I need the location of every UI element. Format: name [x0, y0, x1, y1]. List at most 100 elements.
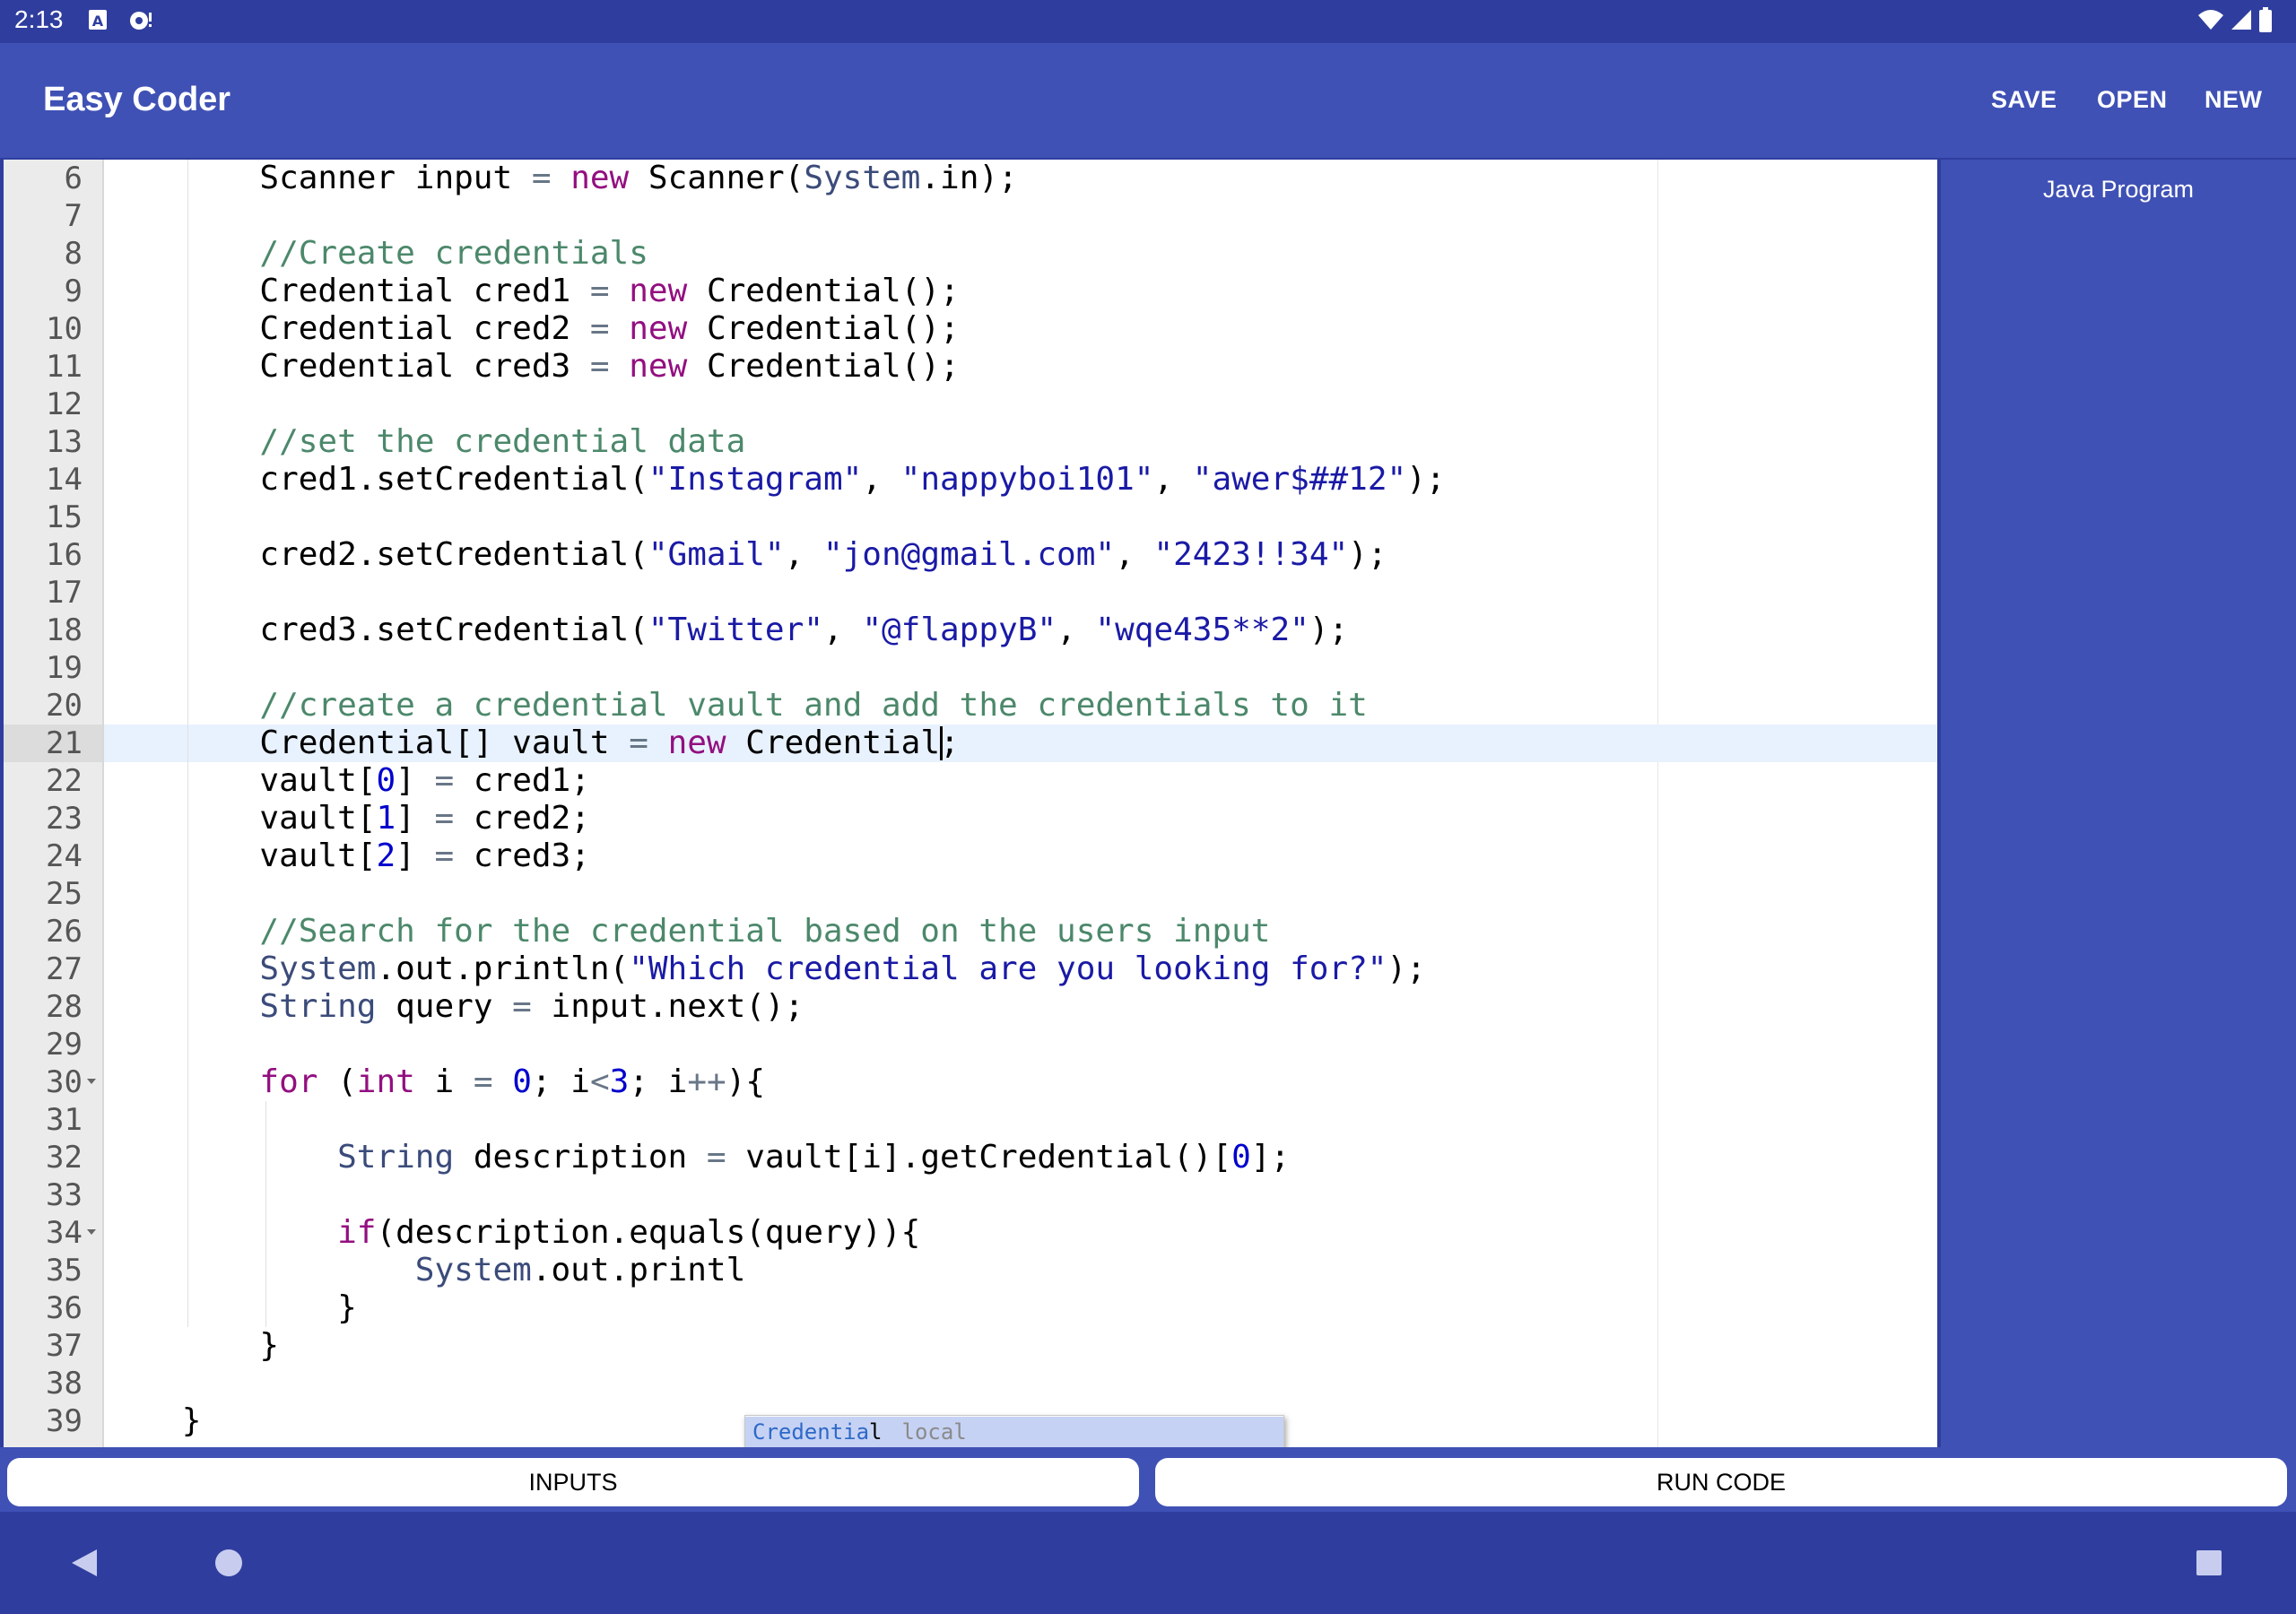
- code-token: cred3;: [454, 837, 590, 874]
- code-line[interactable]: System.out.println("Which credential are…: [104, 950, 1426, 988]
- system-nav-bar: [0, 1512, 2296, 1614]
- recents-square-icon[interactable]: [2196, 1549, 2222, 1581]
- code-line[interactable]: for (int i = 0; i<3; i++){: [104, 1063, 765, 1101]
- code-token: input.next();: [531, 988, 804, 1025]
- code-line[interactable]: Credential[] vault = new Credential;: [104, 725, 959, 762]
- autocomplete-item[interactable]: Credential local: [745, 1417, 1283, 1447]
- code-token: cred2.setCredential(: [104, 536, 648, 573]
- code-token: =: [629, 725, 648, 761]
- code-token: "awer$##12": [1192, 461, 1407, 498]
- code-line[interactable]: //Create credentials: [104, 235, 648, 273]
- side-panel: Java Program: [1941, 160, 2296, 1447]
- code-line[interactable]: Credential cred3 = new Credential();: [104, 348, 960, 386]
- fold-toggle-icon[interactable]: [86, 1076, 99, 1089]
- code-token: //set the credential data: [104, 423, 746, 460]
- code-token: =: [531, 160, 552, 196]
- run-code-button[interactable]: RUN CODE: [1155, 1458, 2287, 1506]
- code-token: //Search for the credential based on the…: [104, 913, 1271, 950]
- code-token: .out.println(: [376, 950, 630, 987]
- code-token: vault[: [104, 837, 377, 874]
- code-token: =: [589, 310, 610, 347]
- code-line[interactable]: System.out.printl: [104, 1252, 745, 1289]
- code-token: cred1;: [454, 762, 590, 799]
- code-line[interactable]: }: [104, 1289, 357, 1327]
- line-number: 18: [46, 612, 83, 648]
- code-token: Scanner input: [104, 160, 532, 196]
- code-line[interactable]: }: [104, 1402, 202, 1440]
- code-line[interactable]: cred3.setCredential("Twitter", "@flappyB…: [104, 612, 1348, 649]
- code-token: =: [512, 988, 532, 1025]
- code-token: Credential cred1: [104, 273, 590, 309]
- code-line[interactable]: //Search for the credential based on the…: [104, 913, 1270, 950]
- code-line[interactable]: vault[1] = cred2;: [104, 800, 590, 837]
- code-token: ,: [822, 612, 863, 648]
- code-line[interactable]: vault[0] = cred1;: [104, 762, 590, 800]
- signal-icon: [2230, 8, 2253, 36]
- code-line[interactable]: //set the credential data: [104, 423, 745, 461]
- save-button[interactable]: SAVE: [1991, 86, 2057, 114]
- code-token: 1: [376, 800, 396, 837]
- new-button[interactable]: NEW: [2205, 86, 2263, 114]
- code-line[interactable]: cred1.setCredential("Instagram", "nappyb…: [104, 461, 1446, 499]
- autocomplete-popup[interactable]: Credentiallocalcredentialslocalcredentia…: [744, 1415, 1284, 1447]
- code-token: Credential cred3: [104, 348, 590, 385]
- code-token: new: [629, 348, 688, 385]
- code-token: Credential[] vault: [104, 725, 630, 761]
- line-number: 38: [46, 1366, 83, 1401]
- code-token: cred2;: [454, 800, 590, 837]
- code-token: "Instagram": [648, 461, 863, 498]
- autocomplete-meta: local: [901, 1419, 967, 1445]
- code-line[interactable]: String description = vault[i].getCredent…: [104, 1139, 1290, 1176]
- code-token: for: [259, 1063, 318, 1100]
- code-line[interactable]: vault[2] = cred3;: [104, 837, 590, 875]
- line-number: 27: [46, 951, 83, 987]
- code-token: .out.printl: [531, 1252, 746, 1289]
- code-token: //create a credential vault and add the …: [104, 687, 1368, 724]
- code-editor[interactable]: 6 7 8 9 10 11 12 13 14 15 16 17 18 19 20 21 22 23 24 25 26 27…: [4, 160, 1937, 1447]
- app-bar: Easy Coder SAVE OPEN NEW: [0, 43, 2296, 158]
- svg-text:A: A: [92, 13, 104, 30]
- line-number: 28: [46, 989, 83, 1025]
- code-token: =: [434, 837, 455, 874]
- code-token: ; i: [531, 1063, 590, 1100]
- code-token: int: [356, 1063, 415, 1100]
- code-line[interactable]: Credential cred2 = new Credential();: [104, 310, 959, 348]
- code-line[interactable]: Scanner input = new Scanner(System.in);: [104, 160, 1017, 197]
- open-button[interactable]: OPEN: [2097, 86, 2168, 114]
- autocomplete-match: Credentia: [752, 1419, 870, 1445]
- status-icons: [2197, 6, 2273, 36]
- line-number: 36: [46, 1290, 83, 1326]
- code-line[interactable]: //create a credential vault and add the …: [104, 687, 1368, 725]
- line-number: 25: [46, 876, 83, 912]
- code-line[interactable]: cred2.setCredential("Gmail", "jon@gmail.…: [104, 536, 1387, 574]
- line-number: 37: [46, 1328, 83, 1364]
- code-token: Credential();: [687, 348, 960, 385]
- line-number: 14: [46, 462, 83, 498]
- inputs-button[interactable]: INPUTS: [7, 1458, 1139, 1506]
- code-token: Credential();: [687, 273, 960, 309]
- home-circle-icon[interactable]: [213, 1548, 244, 1583]
- code-token: //Create credentials: [104, 235, 648, 272]
- code-token: 0: [1231, 1139, 1251, 1176]
- line-number: 8: [64, 236, 83, 272]
- fold-toggle-icon[interactable]: [86, 1227, 99, 1239]
- back-triangle-icon[interactable]: [70, 1548, 99, 1583]
- code-token: );: [1309, 612, 1349, 648]
- code-token: ; i: [629, 1063, 688, 1100]
- code-token: );: [1387, 950, 1426, 987]
- code-line[interactable]: String query = input.next();: [104, 988, 804, 1026]
- code-token: );: [1406, 461, 1446, 498]
- code-token: =: [589, 273, 610, 309]
- code-line[interactable]: if(description.equals(query)){: [104, 1214, 920, 1252]
- line-number: 9: [64, 273, 83, 309]
- text-cursor: [940, 726, 944, 760]
- line-number: 31: [46, 1102, 83, 1138]
- code-token: "Which credential are you looking for?": [629, 950, 1387, 987]
- code-token: i: [414, 1063, 474, 1100]
- code-token: "nappyboi101": [900, 461, 1154, 498]
- code-line[interactable]: Credential cred1 = new Credential();: [104, 273, 960, 310]
- code-line[interactable]: }: [104, 1327, 279, 1365]
